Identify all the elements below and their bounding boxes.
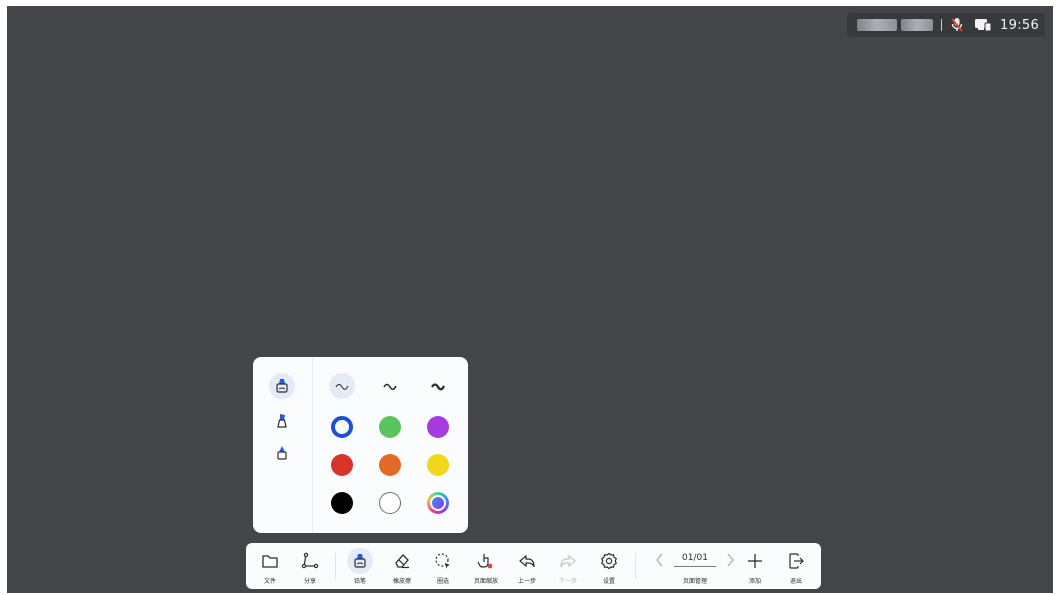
plus-icon xyxy=(744,550,766,572)
exit-label: 退出 xyxy=(789,578,802,585)
color-green-swatch[interactable] xyxy=(379,416,401,438)
toolbar-divider xyxy=(335,553,336,579)
lasso-label: 圈选 xyxy=(436,578,449,585)
stroke-thick-icon[interactable] xyxy=(425,373,451,399)
custom-color-picker-icon[interactable] xyxy=(427,492,449,514)
status-bar: 19:56 xyxy=(847,13,1045,37)
add-label: 添加 xyxy=(748,578,761,585)
settings-label: 设置 xyxy=(602,578,615,585)
popup-divider xyxy=(312,357,313,533)
pen-settings-popup xyxy=(253,357,468,533)
eraser-label: 橡皮擦 xyxy=(392,578,411,585)
page-manager: 01/01 页面管理 xyxy=(652,543,738,589)
lasso-select-icon xyxy=(432,550,454,572)
page-manage-label[interactable]: 页面管理 xyxy=(652,576,738,585)
blurred-info xyxy=(857,19,898,31)
share-label: 分享 xyxy=(303,578,316,585)
gear-icon xyxy=(598,550,620,572)
zoom-label: 页面缩放 xyxy=(473,578,498,585)
color-blue-swatch[interactable] xyxy=(331,416,353,438)
file-button[interactable]: 文件 xyxy=(250,543,290,589)
settings-button[interactable]: 设置 xyxy=(589,543,629,589)
blurred-info xyxy=(901,19,934,31)
eraser-icon xyxy=(391,550,413,572)
zoom-gesture-icon xyxy=(475,550,497,572)
pen-highlight-icon[interactable] xyxy=(269,373,295,399)
redo-icon xyxy=(557,550,579,572)
lasso-button[interactable]: 圈选 xyxy=(423,543,463,589)
stroke-medium-icon[interactable] xyxy=(377,373,403,399)
chevron-left-icon[interactable] xyxy=(655,552,665,571)
whiteboard-canvas[interactable]: 19:56 xyxy=(7,6,1053,593)
page-number[interactable]: 01/01 xyxy=(672,553,718,563)
status-divider xyxy=(941,19,943,31)
color-yellow-swatch[interactable] xyxy=(427,454,449,476)
share-button[interactable]: 分享 xyxy=(290,543,330,589)
color-black-swatch[interactable] xyxy=(331,492,353,514)
zoom-button[interactable]: 页面缩放 xyxy=(466,543,506,589)
pen-label: 铅笔 xyxy=(353,578,366,585)
chevron-right-icon[interactable] xyxy=(725,552,735,571)
pen-fountain-icon[interactable] xyxy=(269,440,295,466)
pen-button[interactable]: 铅笔 xyxy=(340,543,380,589)
redo-button[interactable]: 下一步 xyxy=(548,543,588,589)
color-orange-swatch[interactable] xyxy=(379,454,401,476)
share-icon xyxy=(299,550,321,572)
bottom-toolbar: 文件 分享 铅笔 橡皮擦 圈选 页面缩放 上一步 下一步 设置 01/01 页面… xyxy=(246,543,821,589)
exit-icon xyxy=(785,550,807,572)
exit-button[interactable]: 退出 xyxy=(776,543,816,589)
redo-label: 下一步 xyxy=(558,578,577,585)
mic-muted-icon[interactable] xyxy=(950,17,964,33)
pen-icon xyxy=(347,548,373,574)
undo-button[interactable]: 上一步 xyxy=(507,543,547,589)
file-label: 文件 xyxy=(263,578,276,585)
stroke-thin-icon[interactable] xyxy=(329,373,355,399)
page-number-underline xyxy=(674,566,716,567)
undo-icon xyxy=(516,550,538,572)
eraser-button[interactable]: 橡皮擦 xyxy=(382,543,422,589)
add-page-button[interactable]: 添加 xyxy=(735,543,775,589)
undo-label: 上一步 xyxy=(517,578,536,585)
folder-icon xyxy=(259,550,281,572)
screen-cast-icon[interactable] xyxy=(974,18,992,32)
color-red-swatch[interactable] xyxy=(331,454,353,476)
clock-time: 19:56 xyxy=(1000,17,1040,33)
color-purple-swatch[interactable] xyxy=(427,416,449,438)
pen-marker-icon[interactable] xyxy=(269,408,295,434)
toolbar-divider xyxy=(635,553,636,579)
color-white-swatch[interactable] xyxy=(379,492,401,514)
